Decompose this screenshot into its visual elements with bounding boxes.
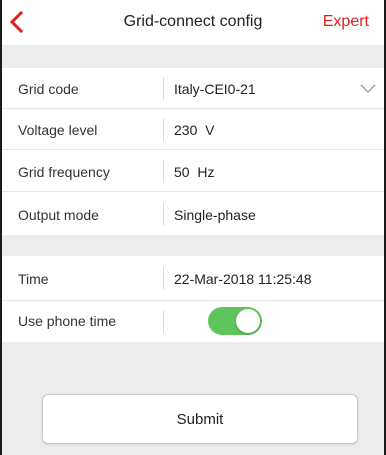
voltage-level-label: Voltage level: [18, 122, 98, 138]
output-mode-value: Single-phase: [174, 207, 256, 223]
voltage-level-value: 230 V: [174, 122, 215, 138]
use-phone-time-row: Use phone time: [2, 301, 384, 342]
use-phone-time-toggle[interactable]: [208, 307, 262, 335]
divider: [163, 77, 164, 100]
output-mode-row[interactable]: Output mode Single-phase: [2, 192, 384, 235]
chevron-down-icon: [360, 84, 376, 93]
expert-button[interactable]: Expert: [323, 13, 369, 31]
grid-frequency-row[interactable]: Grid frequency 50 Hz: [2, 150, 384, 192]
use-phone-time-label: Use phone time: [18, 313, 117, 329]
divider: [163, 310, 164, 333]
grid-code-row[interactable]: Grid code Italy-CEI0-21: [2, 68, 384, 109]
time-label: Time: [18, 271, 49, 287]
time-row[interactable]: Time 22-Mar-2018 11:25:48: [2, 256, 384, 301]
divider: [163, 160, 164, 183]
submit-button[interactable]: Submit: [42, 394, 358, 444]
section-gap: [2, 45, 384, 68]
divider: [163, 267, 164, 290]
header-bar: Grid-connect config Expert: [2, 0, 384, 45]
grid-frequency-label: Grid frequency: [18, 164, 110, 180]
grid-code-label: Grid code: [18, 81, 79, 97]
screen: Grid-connect config Expert Grid code Ita…: [2, 0, 384, 455]
grid-frequency-value: 50 Hz: [174, 164, 215, 180]
output-mode-label: Output mode: [18, 207, 99, 223]
time-value: 22-Mar-2018 11:25:48: [174, 271, 312, 287]
toggle-knob: [236, 309, 260, 333]
section-gap: [2, 235, 384, 256]
divider: [163, 203, 164, 226]
divider: [163, 118, 164, 141]
voltage-level-row[interactable]: Voltage level 230 V: [2, 109, 384, 150]
grid-code-value: Italy-CEI0-21: [174, 81, 256, 97]
